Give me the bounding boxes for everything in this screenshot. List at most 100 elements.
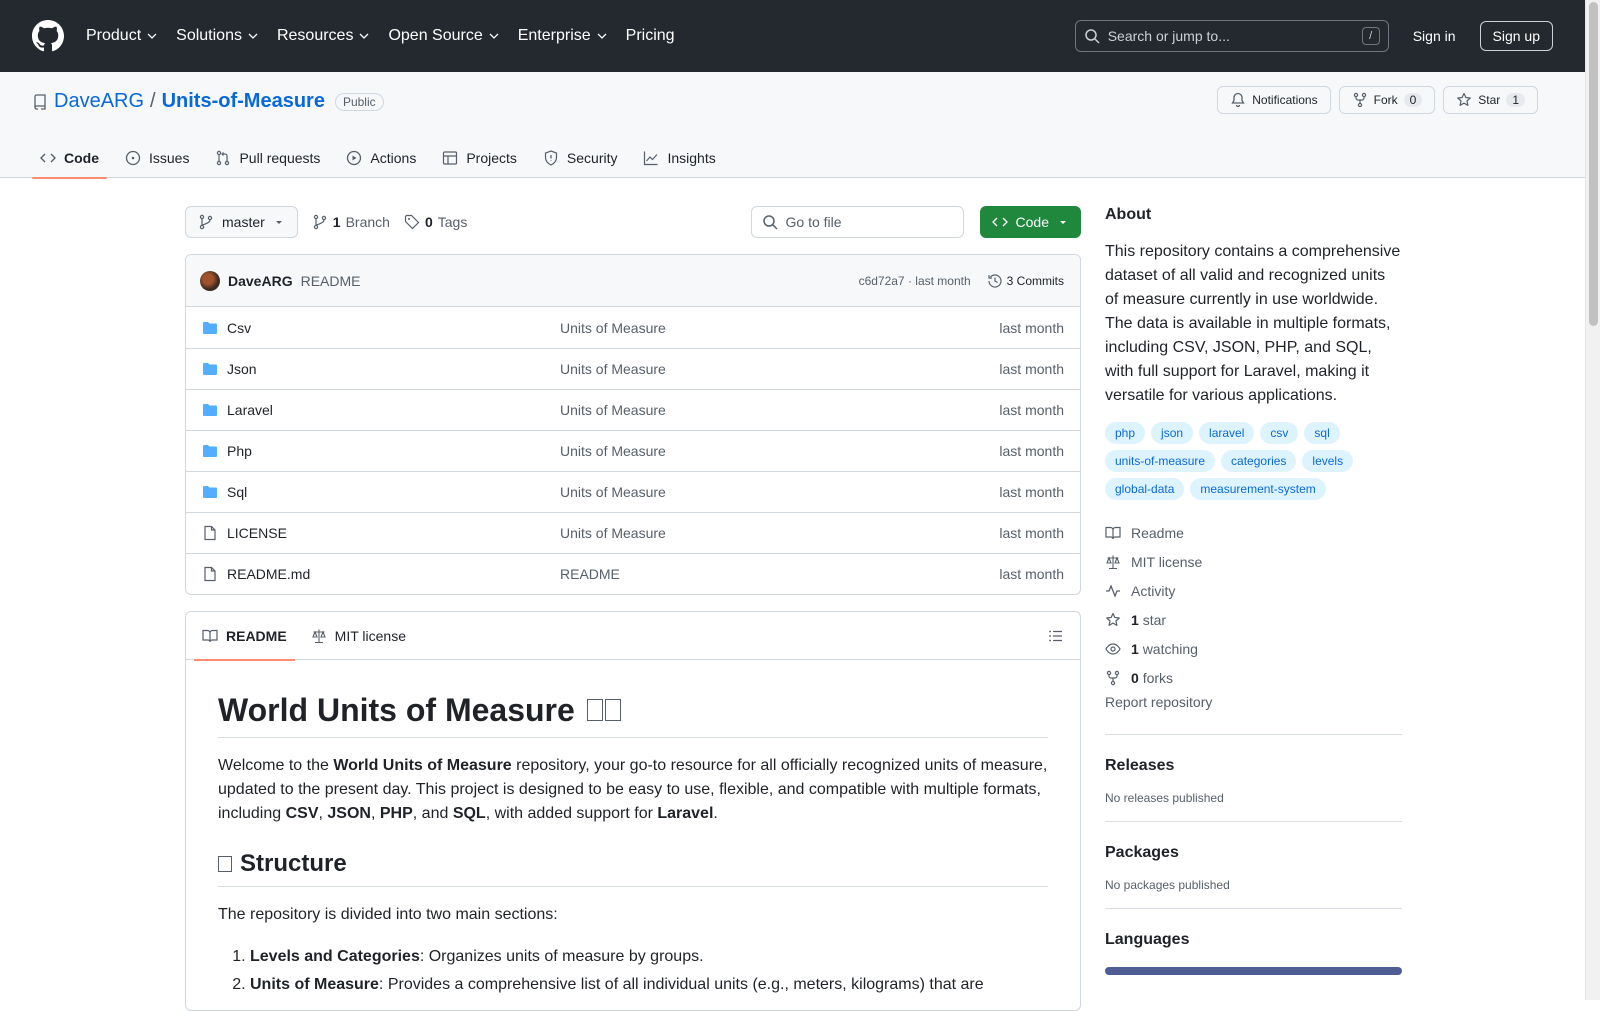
table-row[interactable]: Laravel Units of Measure last month bbox=[186, 389, 1080, 430]
topic-tag[interactable]: php bbox=[1105, 422, 1146, 444]
tab-actions[interactable]: Actions bbox=[338, 138, 424, 178]
report-repository-link[interactable]: Report repository bbox=[1105, 694, 1402, 718]
star-icon bbox=[1457, 92, 1472, 106]
commits-link[interactable]: 3 Commits bbox=[987, 273, 1064, 289]
branch-selector[interactable]: master bbox=[185, 206, 298, 238]
star-label: Star bbox=[1478, 93, 1501, 107]
file-commit-message[interactable]: Units of Measure bbox=[560, 484, 999, 500]
tab-pull-requests[interactable]: Pull requests bbox=[207, 138, 328, 178]
nav-product[interactable]: Product bbox=[86, 27, 158, 45]
tab-insights[interactable]: Insights bbox=[635, 138, 723, 178]
readme-title: World Units of Measure bbox=[218, 692, 1048, 738]
structure-list: Levels and Categories: Organizes units o… bbox=[218, 943, 1048, 999]
tags-link[interactable]: 0 Tags bbox=[404, 214, 467, 230]
nav-pricing[interactable]: Pricing bbox=[626, 27, 675, 45]
list-unordered-icon[interactable] bbox=[1048, 628, 1064, 644]
nav-open-source[interactable]: Open Source bbox=[388, 27, 499, 45]
star-button[interactable]: Star 1 bbox=[1443, 86, 1538, 114]
avatar[interactable] bbox=[200, 270, 220, 291]
tab-security[interactable]: Security bbox=[535, 138, 626, 178]
releases-empty-text: No releases published bbox=[1105, 791, 1224, 805]
table-row[interactable]: Php Units of Measure last month bbox=[186, 430, 1080, 471]
file-name-link[interactable]: LICENSE bbox=[227, 525, 560, 541]
list-item: Units of Measure: Provides a comprehensi… bbox=[250, 971, 1048, 999]
table-row[interactable]: README.md README last month bbox=[186, 553, 1080, 594]
branch-name: master bbox=[222, 214, 265, 230]
tab-license[interactable]: MIT license bbox=[303, 612, 414, 660]
table-row[interactable]: Csv Units of Measure last month bbox=[186, 307, 1080, 348]
tag-label: Tags bbox=[437, 214, 468, 230]
notifications-button[interactable]: Notifications bbox=[1217, 86, 1331, 114]
issue-icon bbox=[125, 150, 141, 166]
file-name-link[interactable]: Sql bbox=[227, 484, 560, 500]
commits-count: 3 Commits bbox=[1006, 273, 1064, 288]
scrollbar-thumb[interactable] bbox=[1589, 2, 1598, 326]
nav-resources[interactable]: Resources bbox=[277, 27, 370, 45]
search-input[interactable]: Search or jump to... / bbox=[1074, 20, 1389, 52]
readme-content: World Units of Measure Welcome to the Wo… bbox=[186, 692, 1080, 999]
file-commit-date: last month bbox=[999, 443, 1064, 459]
commit-author[interactable]: DaveARG bbox=[228, 273, 293, 289]
topic-tag[interactable]: sql bbox=[1304, 422, 1340, 444]
file-name-link[interactable]: Laravel bbox=[227, 402, 560, 418]
file-name-link[interactable]: README.md bbox=[227, 566, 560, 582]
repo-name-link[interactable]: Units-of-Measure bbox=[162, 90, 325, 113]
topic-tag[interactable]: measurement-system bbox=[1190, 478, 1326, 500]
releases-heading[interactable]: Releases bbox=[1105, 757, 1402, 775]
file-toolbar: master 1 Branch 0 Tags Go to file Code bbox=[185, 206, 1081, 238]
file-commit-message[interactable]: Units of Measure bbox=[560, 443, 999, 459]
readme-intro-text: . bbox=[713, 805, 718, 822]
watching-link[interactable]: 1 watching bbox=[1105, 634, 1402, 663]
table-row[interactable]: Sql Units of Measure last month bbox=[186, 471, 1080, 512]
file-commit-message[interactable]: Units of Measure bbox=[560, 320, 999, 336]
github-logo-icon[interactable] bbox=[32, 20, 64, 52]
nav-enterprise[interactable]: Enterprise bbox=[518, 27, 608, 45]
list-item-text: : Provides a comprehensive list of all i… bbox=[378, 976, 984, 993]
nav-solutions[interactable]: Solutions bbox=[176, 27, 259, 45]
languages-heading: Languages bbox=[1105, 931, 1190, 948]
file-name-link[interactable]: Csv bbox=[227, 320, 560, 336]
readme-link[interactable]: Readme bbox=[1105, 518, 1402, 547]
search-shortcut-key: / bbox=[1361, 27, 1380, 45]
tab-projects[interactable]: Projects bbox=[434, 138, 525, 178]
license-link[interactable]: MIT license bbox=[1105, 547, 1402, 576]
packages-heading[interactable]: Packages bbox=[1105, 844, 1402, 862]
table-row[interactable]: LICENSE Units of Measure last month bbox=[186, 512, 1080, 553]
tab-code[interactable]: Code bbox=[32, 138, 107, 179]
file-commit-message[interactable]: README bbox=[560, 566, 999, 582]
activity-link[interactable]: Activity bbox=[1105, 576, 1402, 605]
topic-tag[interactable]: json bbox=[1151, 422, 1194, 444]
fork-icon bbox=[1353, 92, 1366, 108]
topic-tag[interactable]: categories bbox=[1221, 450, 1297, 472]
folder-icon bbox=[203, 445, 217, 457]
watching-label: watching bbox=[1142, 640, 1198, 657]
file-commit-message[interactable]: Units of Measure bbox=[560, 525, 999, 541]
about-description: This repository contains a comprehensive… bbox=[1105, 243, 1401, 404]
file-commit-message[interactable]: Units of Measure bbox=[560, 361, 999, 377]
page-scrollbar[interactable] bbox=[1585, 0, 1600, 1000]
file-commit-message[interactable]: Units of Measure bbox=[560, 402, 999, 418]
topic-tag[interactable]: units-of-measure bbox=[1105, 450, 1216, 472]
commit-message[interactable]: README bbox=[301, 273, 361, 289]
topic-tag[interactable]: global-data bbox=[1105, 478, 1185, 500]
go-to-file-input[interactable]: Go to file bbox=[750, 206, 964, 238]
table-row[interactable]: Json Units of Measure last month bbox=[186, 348, 1080, 389]
tab-issues[interactable]: Issues bbox=[117, 138, 197, 178]
code-button[interactable]: Code bbox=[979, 206, 1081, 238]
commit-hash-time: c6d72a7 · last month bbox=[859, 274, 971, 288]
sign-in-link[interactable]: Sign in bbox=[1413, 28, 1456, 44]
commit-hash[interactable]: c6d72a7 bbox=[859, 274, 905, 288]
topic-tag[interactable]: levels bbox=[1302, 450, 1354, 472]
branches-link[interactable]: 1 Branch bbox=[312, 214, 390, 230]
stars-link[interactable]: 1 star bbox=[1105, 605, 1402, 634]
fork-button[interactable]: Fork 0 bbox=[1338, 86, 1436, 114]
file-name-link[interactable]: Php bbox=[227, 443, 560, 459]
forks-link[interactable]: 0 forks bbox=[1105, 663, 1402, 692]
topic-tag[interactable]: laravel bbox=[1199, 422, 1255, 444]
topic-tag[interactable]: csv bbox=[1260, 422, 1299, 444]
file-name-link[interactable]: Json bbox=[227, 361, 560, 377]
sign-up-button[interactable]: Sign up bbox=[1479, 21, 1553, 51]
tab-readme[interactable]: README bbox=[194, 612, 295, 661]
repo-owner-link[interactable]: DaveARG bbox=[54, 90, 144, 113]
latest-commit-bar: DaveARG README c6d72a7 · last month 3 Co… bbox=[186, 255, 1080, 307]
